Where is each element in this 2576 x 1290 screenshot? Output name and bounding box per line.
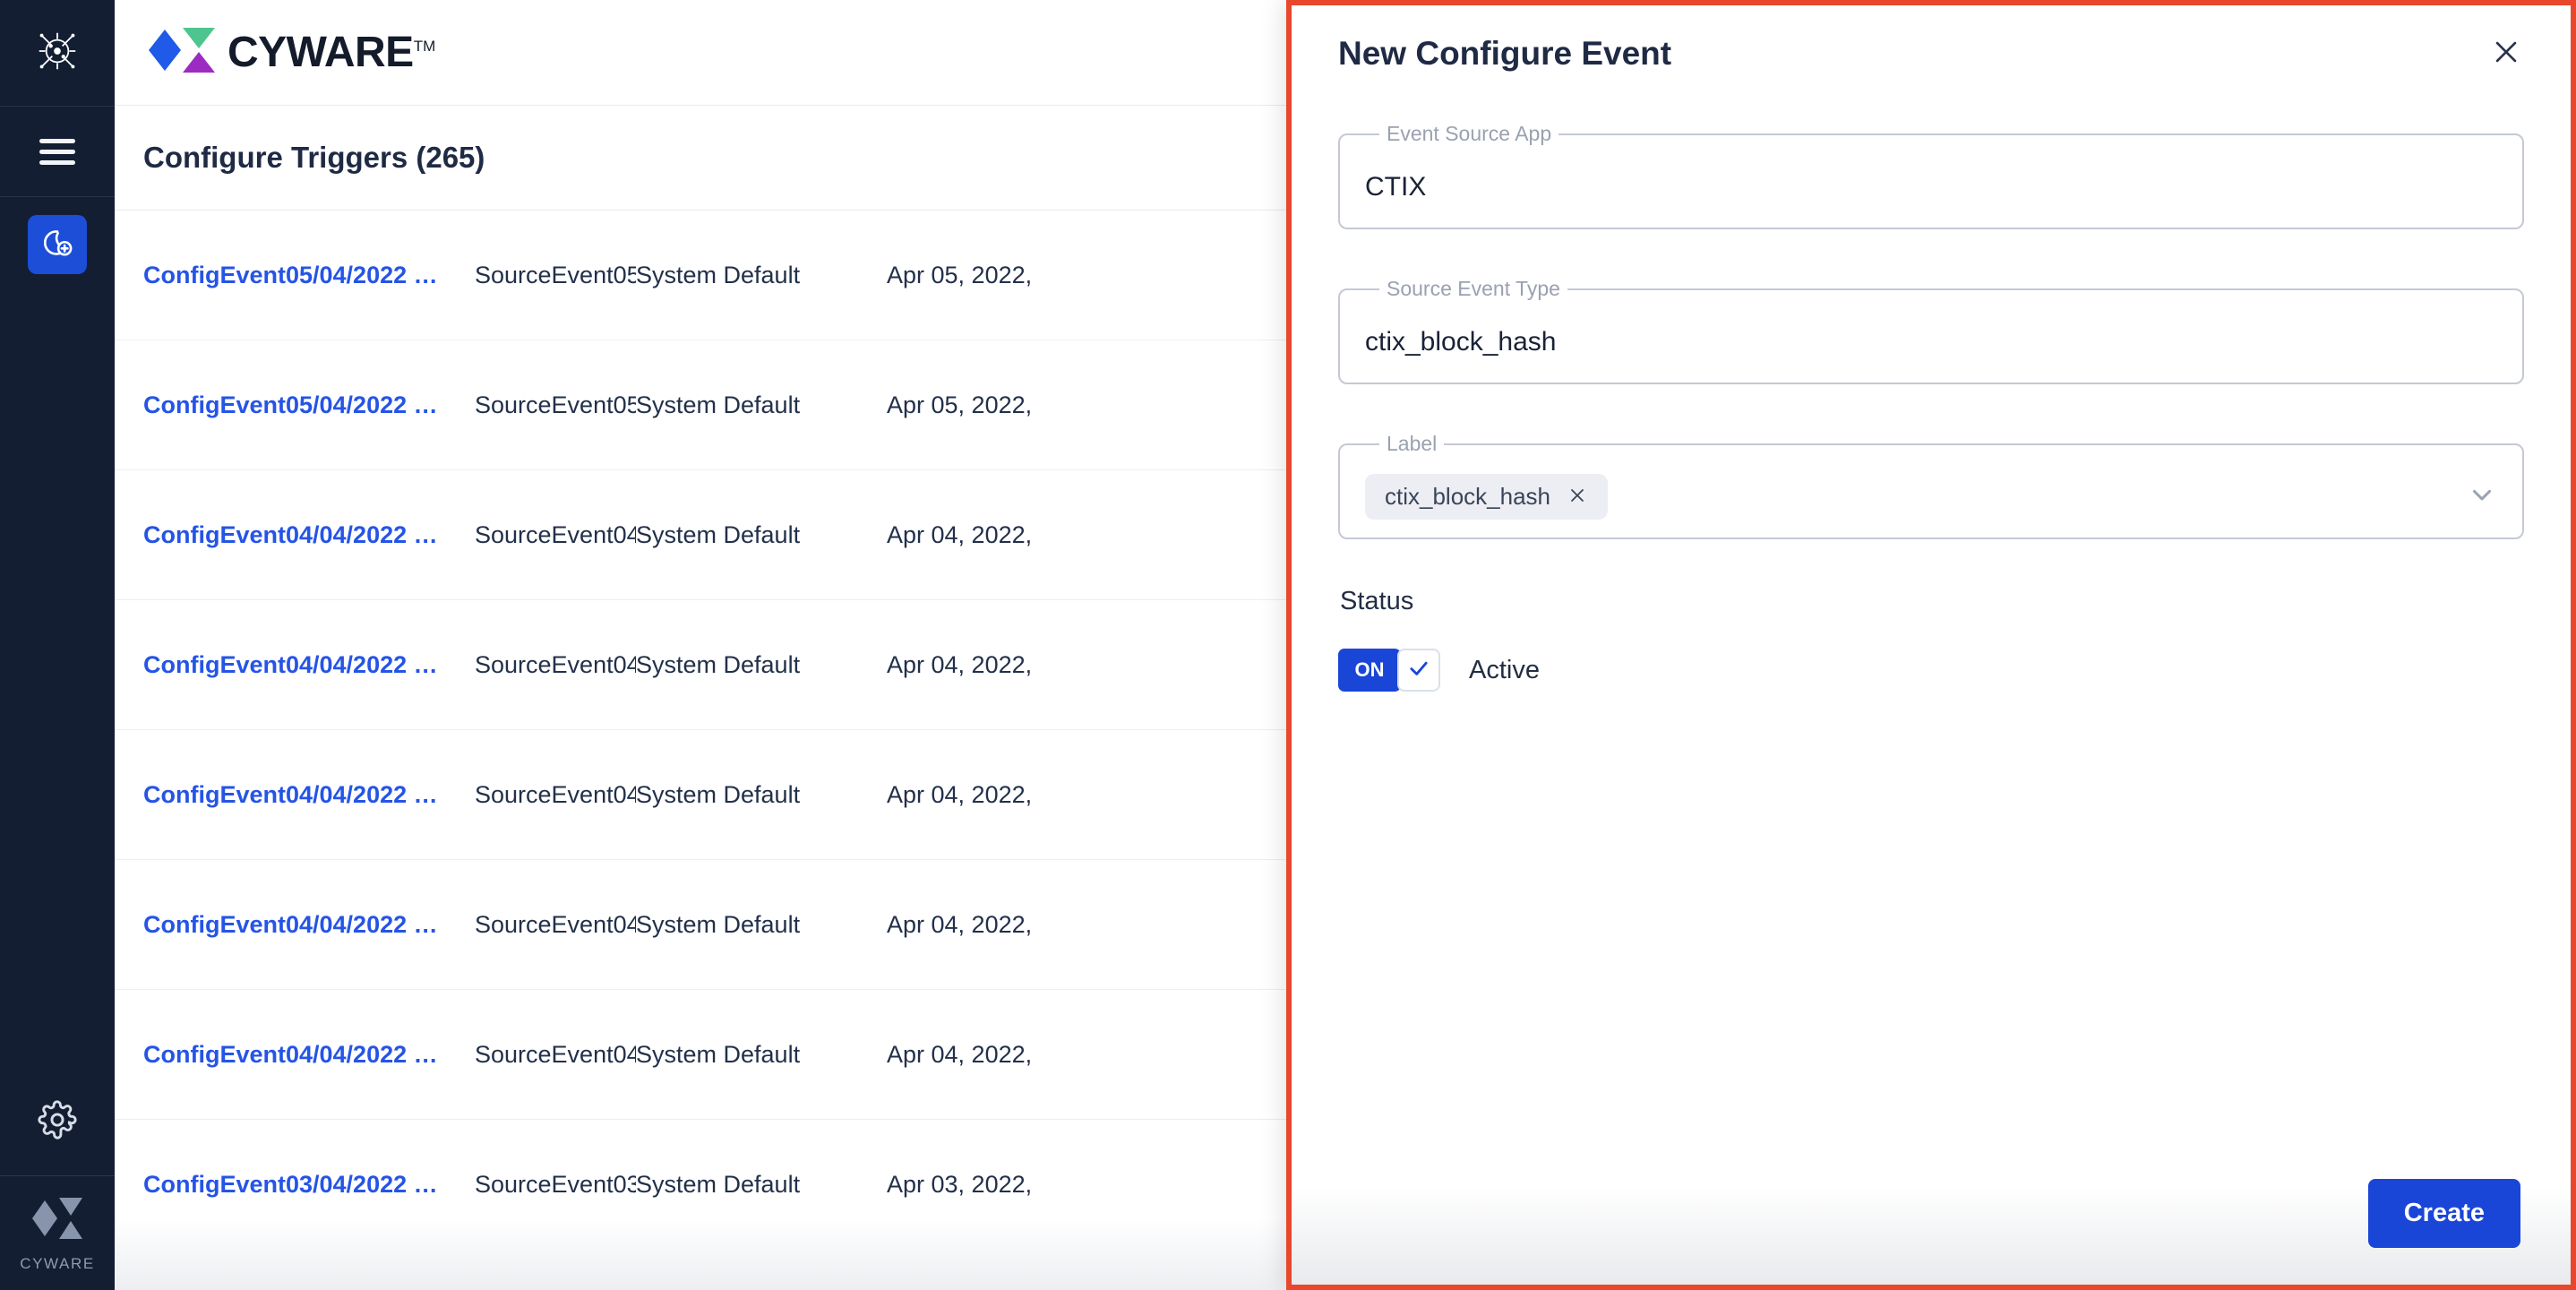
cyware-wordmark-text: CYWARE <box>228 29 414 76</box>
status-toggle-knob[interactable] <box>1397 649 1440 692</box>
trigger-name-link[interactable]: ConfigEvent03/04/2022 … <box>143 1171 475 1199</box>
date-cell: Apr 03, 2022, <box>887 1170 1033 1198</box>
date-cell: Apr 04, 2022, <box>887 1040 1033 1068</box>
source-event-cell: SourceEvent03/04/… <box>475 1170 636 1198</box>
cyware-wordmark: CYWARETM <box>228 28 435 77</box>
new-configure-event-panel: New Configure Event Event Source App CTI… <box>1286 0 2576 1290</box>
owner-cell: System Default <box>636 650 801 678</box>
event-source-app-label: Event Source App <box>1387 122 1552 145</box>
owner-cell: System Default <box>636 391 801 418</box>
trigger-name-link[interactable]: ConfigEvent04/04/2022 … <box>143 1041 475 1069</box>
trademark-symbol: TM <box>413 38 436 55</box>
date-cell: Apr 04, 2022, <box>887 910 1033 938</box>
cyware-logo-icon <box>149 22 215 82</box>
owner-cell: System Default <box>636 1170 801 1198</box>
source-event-cell: SourceEvent04/04/… <box>475 1040 636 1068</box>
sidebar-brand-label: CYWARE <box>20 1254 95 1272</box>
panel-header: New Configure Event <box>1292 5 2571 102</box>
trigger-name-link[interactable]: ConfigEvent04/04/2022 … <box>143 651 475 679</box>
sidebar-item-configure-triggers[interactable] <box>28 215 87 274</box>
source-event-type-field[interactable]: Source Event Type ctix_block_hash <box>1338 277 2524 384</box>
source-event-cell: SourceEvent04/04/… <box>475 780 636 808</box>
close-icon[interactable] <box>1567 485 1588 510</box>
label-chip-row: ctix_block_hash <box>1365 474 2497 520</box>
page-title: Configure Triggers (265) <box>143 141 485 174</box>
create-button[interactable]: Create <box>2367 1178 2520 1248</box>
source-event-cell: SourceEvent04/04/… <box>475 650 636 678</box>
panel-close-button[interactable] <box>2481 29 2531 79</box>
sidebar-brand: CYWARE <box>0 1175 115 1290</box>
sidebar: CYWARE <box>0 0 115 1290</box>
status-row: ON Active <box>1338 649 2524 692</box>
date-cell: Apr 04, 2022, <box>887 650 1033 678</box>
sidebar-settings-button[interactable] <box>0 1068 115 1175</box>
panel-footer: Create <box>1292 1141 2571 1285</box>
hamburger-menu-button[interactable] <box>0 107 115 196</box>
event-source-app-field[interactable]: Event Source App CTIX <box>1338 122 2524 229</box>
owner-cell: System Default <box>636 1040 801 1068</box>
status-state-text: Active <box>1469 655 1540 684</box>
trigger-name-link[interactable]: ConfigEvent05/04/2022 … <box>143 262 475 289</box>
add-circle-icon <box>39 225 75 265</box>
source-event-type-label: Source Event Type <box>1387 277 1560 300</box>
date-cell: Apr 04, 2022, <box>887 780 1033 808</box>
close-icon <box>2491 37 2521 72</box>
label-field-label: Label <box>1387 432 1438 455</box>
status-label: Status <box>1340 587 1414 615</box>
owner-cell: System Default <box>636 261 801 288</box>
label-chip-text: ctix_block_hash <box>1385 483 1550 510</box>
event-source-app-value: CTIX <box>1365 171 1427 202</box>
owner-cell: System Default <box>636 520 801 548</box>
date-cell: Apr 04, 2022, <box>887 520 1033 548</box>
source-event-cell: SourceEvent04/04/… <box>475 520 636 548</box>
threat-target-icon <box>33 27 82 80</box>
source-event-type-value: ctix_block_hash <box>1365 326 1557 357</box>
sidebar-logo <box>0 0 115 106</box>
source-event-cell: SourceEvent05/04/… <box>475 261 636 288</box>
source-event-cell: SourceEvent05/04/… <box>475 391 636 418</box>
panel-body: Event Source App CTIX Source Event Type … <box>1292 102 2571 1141</box>
check-icon <box>1406 656 1431 685</box>
date-cell: Apr 05, 2022, <box>887 391 1033 418</box>
cyware-logo: CYWARETM <box>149 22 435 82</box>
chevron-down-icon[interactable] <box>2467 479 2497 514</box>
trigger-name-link[interactable]: ConfigEvent04/04/2022 … <box>143 911 475 939</box>
panel-title: New Configure Event <box>1338 35 1672 72</box>
gear-icon <box>38 1099 77 1144</box>
trigger-name-link[interactable]: ConfigEvent05/04/2022 … <box>143 391 475 419</box>
app-root: CYWARE CYWARETM Configure Triggers (265)… <box>0 0 2576 1290</box>
hamburger-menu-icon <box>39 138 75 165</box>
trigger-name-link[interactable]: ConfigEvent04/04/2022 … <box>143 521 475 549</box>
status-toggle-on-text[interactable]: ON <box>1338 649 1401 692</box>
cyware-mark-icon <box>32 1194 82 1247</box>
source-event-cell: SourceEvent04/04/… <box>475 910 636 938</box>
owner-cell: System Default <box>636 910 801 938</box>
sidebar-nav <box>0 197 115 274</box>
owner-cell: System Default <box>636 780 801 808</box>
date-cell: Apr 05, 2022, <box>887 261 1033 288</box>
label-chip[interactable]: ctix_block_hash <box>1365 474 1608 520</box>
status-toggle[interactable]: ON <box>1338 649 1440 692</box>
label-field[interactable]: Label ctix_block_hash <box>1338 432 2524 539</box>
trigger-name-link[interactable]: ConfigEvent04/04/2022 … <box>143 781 475 809</box>
